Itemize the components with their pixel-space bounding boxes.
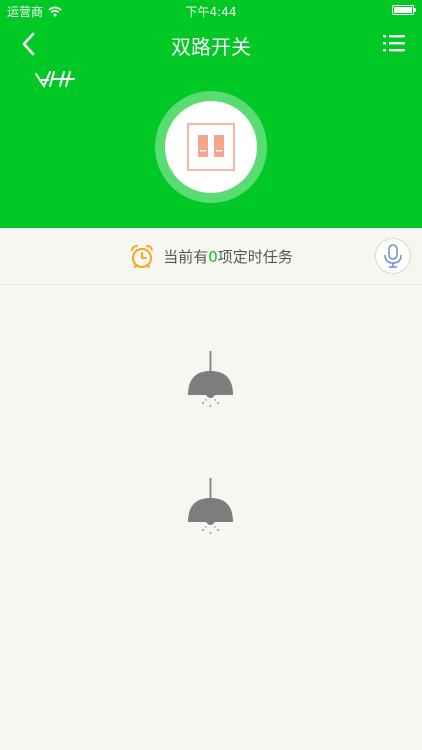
vh-brand-logo [35,71,75,89]
timer-text-prefix: 当前有 [163,248,209,266]
double-switch-icon [187,123,235,171]
timer-count: 0 [208,247,218,266]
device-toggle-button[interactable] [155,91,267,203]
timer-info: 当前有 0 项定时任务 [0,228,422,285]
microphone-icon [384,244,402,268]
header-panel: 运营商 下午4:44 双路开关 [0,0,422,228]
page-title: 双路开关 [171,35,251,59]
status-bar: 运营商 下午4:44 [0,0,422,22]
battery-icon [392,5,416,15]
status-time: 下午4:44 [185,5,237,19]
timer-text-suffix: 项定时任务 [217,248,293,266]
pendant-lamp-icon [188,351,233,407]
device-icon-container [165,101,257,193]
list-menu-icon [383,35,405,52]
brand-logo [34,68,78,90]
battery-level [394,7,412,13]
nav-bar: 双路开关 [0,22,422,66]
lamp-1-toggle[interactable] [186,351,236,411]
timer-bar[interactable]: 当前有 0 项定时任务 [0,228,422,285]
pendant-lamp-icon [188,478,233,534]
alarm-clock-icon [131,244,154,268]
app-screen: 运营商 下午4:44 双路开关 当前有 0 项定时任务 [0,0,422,750]
lamp-2-toggle[interactable] [186,478,236,538]
menu-button[interactable] [382,32,406,54]
voice-button[interactable] [375,238,411,274]
